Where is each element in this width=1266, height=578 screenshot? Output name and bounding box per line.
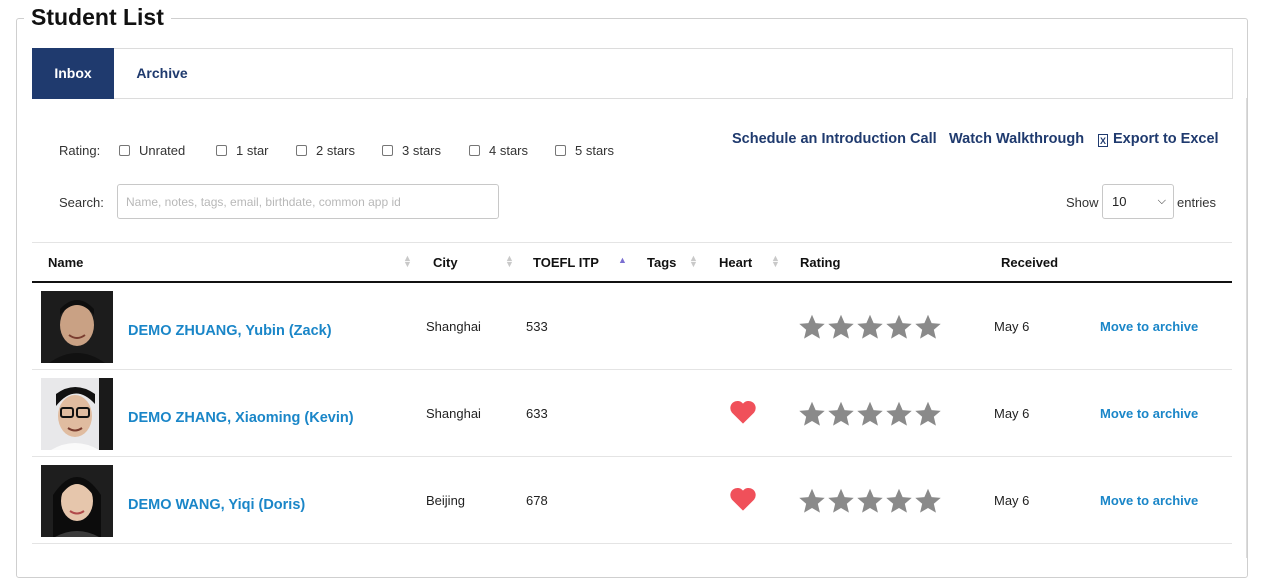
star-icon[interactable] (856, 400, 884, 428)
tab-inbox[interactable]: Inbox (32, 48, 114, 99)
star-icon[interactable] (885, 400, 913, 428)
column-header-name[interactable]: Name (48, 255, 83, 270)
export-excel-link[interactable]: X Export to Excel (1098, 131, 1219, 147)
column-header-rating: Rating (800, 255, 841, 270)
star-icon[interactable] (798, 400, 826, 428)
filter-label: Unrated (139, 143, 186, 158)
star-icon[interactable] (885, 313, 913, 341)
star-icon[interactable] (914, 487, 942, 515)
checkbox[interactable] (469, 145, 480, 156)
filter-label: 5 stars (575, 143, 615, 158)
move-to-archive-link[interactable]: Move to archive (1100, 406, 1198, 421)
star-icon[interactable] (914, 313, 942, 341)
filter-3-stars[interactable]: 3 stars (382, 143, 441, 158)
entries-select[interactable]: 10 ⌵ (1102, 184, 1174, 219)
sort-icon[interactable]: ▲ ▼ (505, 254, 514, 269)
checkbox[interactable] (119, 145, 130, 156)
city-cell: Beijing (426, 493, 466, 508)
show-label: Show (1066, 195, 1099, 210)
sort-icon[interactable]: ▲ ▼ (403, 254, 412, 269)
star-icon[interactable] (827, 400, 855, 428)
city-cell: Shanghai (426, 406, 481, 421)
rating-stars[interactable] (798, 487, 942, 515)
filter-5-stars[interactable]: 5 stars (555, 143, 614, 158)
checkbox[interactable] (216, 145, 227, 156)
watch-walkthrough-link[interactable]: Watch Walkthrough (949, 131, 1084, 147)
column-header-heart[interactable]: Heart (719, 255, 752, 270)
star-icon[interactable] (914, 400, 942, 428)
entries-label: entries (1177, 195, 1217, 210)
toefl-cell: 678 (526, 493, 548, 508)
star-icon[interactable] (856, 313, 884, 341)
table-row: DEMO ZHANG, Xiaoming (Kevin) Shanghai 63… (32, 370, 1232, 457)
filter-label: 4 stars (489, 143, 529, 158)
export-label: Export to Excel (1113, 131, 1219, 147)
rating-stars[interactable] (798, 313, 942, 341)
sort-ascending-icon[interactable]: ▲ (618, 255, 627, 265)
received-cell: May 6 (994, 319, 1030, 334)
avatar (41, 465, 113, 537)
city-cell: Shanghai (426, 319, 481, 334)
received-cell: May 6 (994, 493, 1030, 508)
column-header-received: Received (1001, 255, 1059, 270)
avatar (41, 378, 113, 450)
move-to-archive-link[interactable]: Move to archive (1100, 319, 1198, 334)
page-title: Student List (24, 3, 171, 31)
filter-2-stars[interactable]: 2 stars (296, 143, 355, 158)
column-header-city[interactable]: City (433, 255, 458, 270)
student-name-link[interactable]: DEMO WANG, Yiqi (Doris) (128, 497, 305, 513)
search-input[interactable] (117, 184, 499, 219)
filter-unrated[interactable]: Unrated (119, 143, 185, 158)
checkbox[interactable] (382, 145, 393, 156)
rating-filter-label: Rating: (59, 143, 101, 158)
filter-label: 3 stars (402, 143, 442, 158)
table-row: DEMO WANG, Yiqi (Doris) Beijing 678 May … (32, 457, 1232, 544)
star-icon[interactable] (798, 487, 826, 515)
toefl-cell: 533 (526, 319, 548, 334)
avatar (41, 291, 113, 363)
star-icon[interactable] (885, 487, 913, 515)
received-cell: May 6 (994, 406, 1030, 421)
star-icon[interactable] (798, 313, 826, 341)
sort-icon[interactable]: ▲ ▼ (771, 254, 780, 269)
move-to-archive-link[interactable]: Move to archive (1100, 493, 1198, 508)
star-icon[interactable] (827, 313, 855, 341)
star-icon[interactable] (827, 487, 855, 515)
filter-label: 2 stars (316, 143, 356, 158)
star-icon[interactable] (856, 487, 884, 515)
search-label: Search: (59, 195, 104, 210)
heart-icon[interactable] (729, 399, 757, 425)
filter-1-star[interactable]: 1 star (216, 143, 269, 158)
heart-icon[interactable] (729, 486, 757, 512)
filter-4-stars[interactable]: 4 stars (469, 143, 528, 158)
toefl-cell: 633 (526, 406, 548, 421)
rating-stars[interactable] (798, 400, 942, 428)
table-row: DEMO ZHUANG, Yubin (Zack) Shanghai 533 M… (32, 283, 1232, 370)
student-name-link[interactable]: DEMO ZHUANG, Yubin (Zack) (128, 323, 332, 339)
table-header: Name ▲ ▼ City ▲ ▼ TOEFL ITP ▲ Tags ▲ ▼ Hear… (32, 242, 1232, 283)
schedule-call-link[interactable]: Schedule an Introduction Call (732, 131, 937, 147)
entries-value: 10 (1112, 194, 1127, 209)
checkbox[interactable] (296, 145, 307, 156)
chevron-down-icon: ⌵ (1157, 195, 1166, 207)
filter-label: 1 star (236, 143, 269, 158)
excel-file-icon: X (1098, 134, 1108, 147)
checkbox[interactable] (555, 145, 566, 156)
column-header-tags[interactable]: Tags (647, 255, 676, 270)
sort-icon[interactable]: ▲ ▼ (689, 254, 698, 269)
tab-archive[interactable]: Archive (114, 48, 210, 99)
student-name-link[interactable]: DEMO ZHANG, Xiaoming (Kevin) (128, 410, 354, 426)
column-header-toefl[interactable]: TOEFL ITP (533, 255, 599, 270)
tab-bar: Inbox Archive (32, 48, 1233, 99)
